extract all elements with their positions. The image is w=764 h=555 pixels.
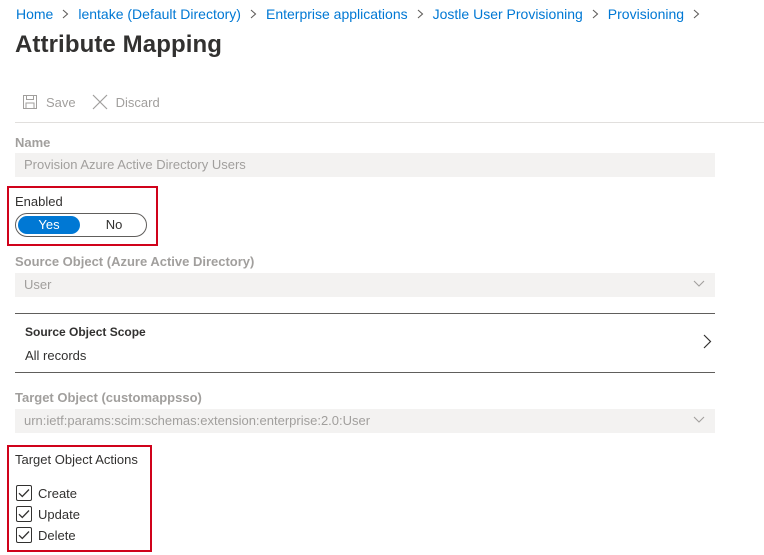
chevron-right-icon [592, 9, 599, 19]
source-scope-value: All records [25, 348, 87, 363]
save-button[interactable]: Save [22, 94, 76, 110]
chevron-right-icon [62, 9, 69, 19]
chevron-right-icon [250, 9, 257, 19]
discard-button[interactable]: Discard [92, 94, 160, 110]
breadcrumb-enterprise-applications[interactable]: Enterprise applications [266, 6, 408, 22]
breadcrumb-provisioning[interactable]: Provisioning [608, 6, 684, 22]
toolbar-divider [15, 122, 764, 123]
delete-label: Delete [38, 527, 76, 543]
source-object-label: Source Object (Azure Active Directory) [15, 254, 255, 269]
create-checkbox[interactable] [16, 485, 32, 501]
checkmark-icon [18, 510, 30, 519]
source-object-dropdown[interactable]: User [15, 273, 715, 297]
checkmark-icon [18, 531, 30, 540]
save-icon [22, 94, 38, 110]
create-label: Create [38, 485, 78, 501]
update-label: Update [38, 506, 80, 522]
chevron-right-icon [417, 9, 424, 19]
enabled-no-option[interactable]: No [82, 216, 146, 234]
enabled-toggle[interactable]: Yes No [15, 213, 147, 237]
breadcrumb-home[interactable]: Home [16, 6, 53, 22]
save-label: Save [46, 94, 76, 110]
enabled-label: Enabled [15, 194, 63, 209]
source-scope-title: Source Object Scope [25, 325, 146, 339]
breadcrumb-app[interactable]: Jostle User Provisioning [433, 6, 583, 22]
name-label: Name [15, 135, 51, 150]
create-checkbox-row[interactable]: Create [16, 485, 77, 501]
delete-checkbox[interactable] [16, 527, 32, 543]
breadcrumb: Home lentake (Default Directory) Enterpr… [16, 5, 709, 23]
enabled-yes-option[interactable]: Yes [18, 216, 80, 234]
chevron-down-icon [693, 416, 705, 423]
target-object-label: Target Object (customappsso) [15, 390, 202, 405]
target-object-value: urn:ietf:params:scim:schemas:extension:e… [24, 413, 371, 428]
update-checkbox-row[interactable]: Update [16, 506, 80, 522]
source-object-value: User [24, 277, 52, 292]
chevron-right-icon [693, 9, 700, 19]
close-icon [92, 94, 108, 110]
chevron-right-icon [703, 334, 712, 349]
name-field: Provision Azure Active Directory Users [15, 153, 715, 177]
source-object-scope-row[interactable]: Source Object Scope All records [15, 313, 715, 373]
target-actions-label: Target Object Actions [15, 452, 138, 467]
target-object-dropdown[interactable]: urn:ietf:params:scim:schemas:extension:e… [15, 409, 715, 433]
page-title: Attribute Mapping [15, 31, 223, 58]
breadcrumb-directory[interactable]: lentake (Default Directory) [78, 6, 241, 22]
update-checkbox[interactable] [16, 506, 32, 522]
discard-label: Discard [115, 94, 160, 110]
command-bar: Save Discard [22, 94, 160, 110]
checkmark-icon [18, 489, 30, 498]
chevron-down-icon [693, 280, 705, 287]
delete-checkbox-row[interactable]: Delete [16, 527, 76, 543]
